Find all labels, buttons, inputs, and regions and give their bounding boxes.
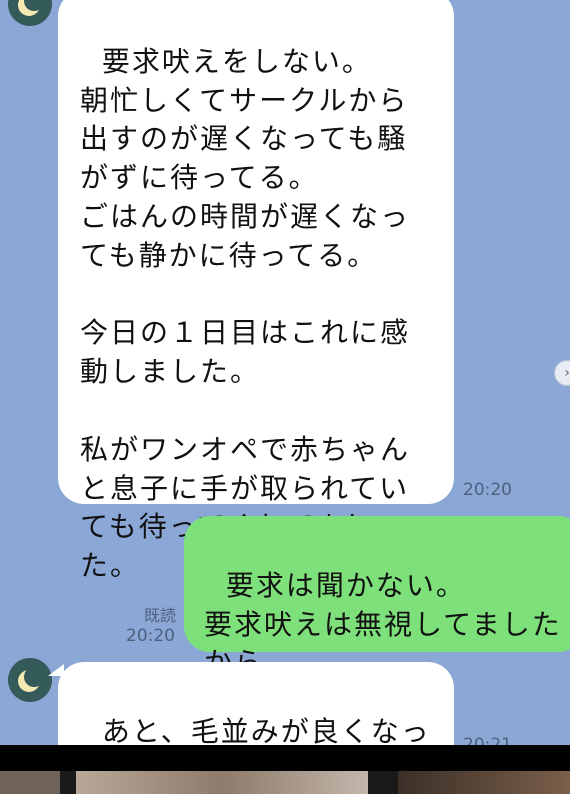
image-thumbnail[interactable]	[398, 771, 570, 794]
share-icon: ›	[564, 365, 570, 381]
message-bubble-outgoing[interactable]: 要求は聞かない。 要求吠えは無視してましたから	[184, 516, 570, 679]
crescent-moon-icon	[8, 658, 52, 702]
message-text: 要求吠えをしない。 朝忙しくてサークルから出すのが遅くなっても騒がずに待ってる。…	[80, 44, 411, 583]
message-time: 20:20	[463, 480, 512, 500]
avatar[interactable]	[8, 0, 52, 26]
bottom-bar	[0, 745, 570, 771]
image-thumbnail[interactable]	[0, 771, 60, 794]
share-button[interactable]: ›	[554, 360, 570, 386]
image-thumbnail[interactable]	[76, 771, 368, 794]
message-bubble-incoming[interactable]: 要求吠えをしない。 朝忙しくてサークルから出すのが遅くなっても騒がずに待ってる。…	[58, 0, 454, 582]
crescent-moon-icon	[8, 0, 52, 26]
read-receipt: 既読	[143, 606, 176, 625]
avatar[interactable]	[8, 658, 52, 702]
message-time: 20:20	[126, 626, 175, 646]
